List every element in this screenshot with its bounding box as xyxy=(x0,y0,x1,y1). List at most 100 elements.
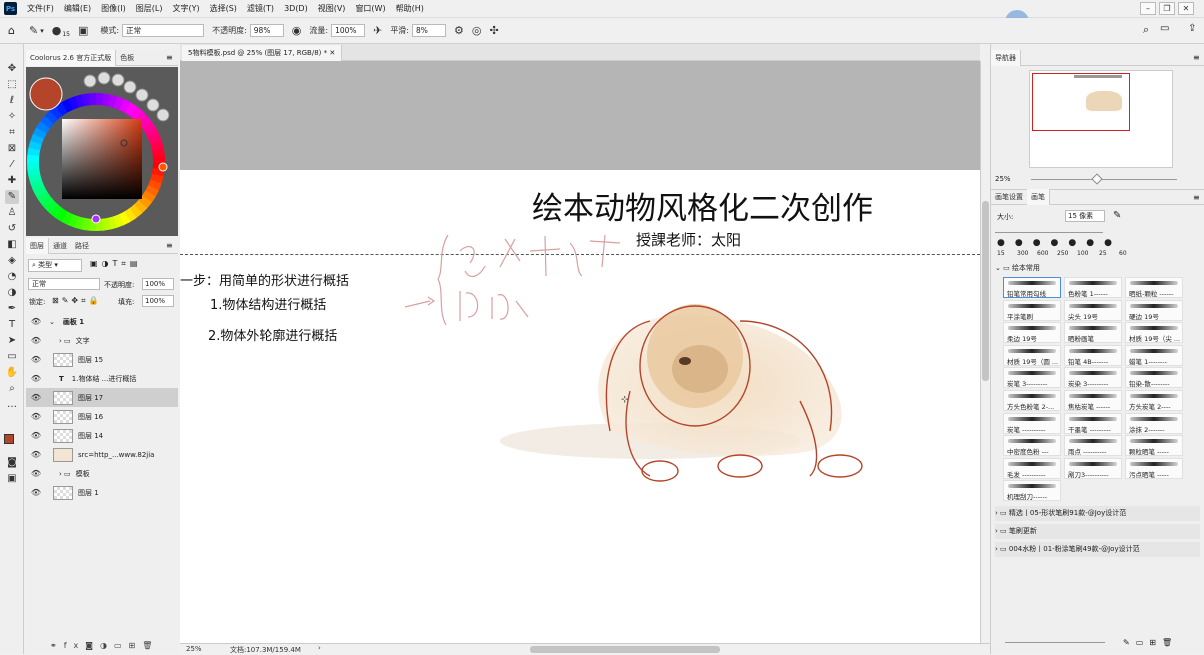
layer-row[interactable]: 👁 图层 14 xyxy=(26,426,178,445)
document-tab[interactable]: 5物料模板.psd @ 25% (图层 17, RGB/8) * ✕ xyxy=(182,45,343,61)
marquee-tool-icon[interactable]: ⬚ xyxy=(5,78,19,92)
brush-preset[interactable]: 涂抹 2------- xyxy=(1125,412,1183,434)
zoom-slider-thumb[interactable] xyxy=(1091,173,1103,185)
navigator-preview[interactable] xyxy=(1029,70,1173,168)
brush-preset[interactable]: 硬边 19号 xyxy=(1125,299,1183,321)
menu-filter[interactable]: 滤镜(T) xyxy=(247,3,274,14)
brush-preset[interactable]: 晒粉画笔 xyxy=(1064,322,1122,344)
layer-row[interactable]: 👁 图层 1 xyxy=(26,483,178,502)
hand-tool-icon[interactable]: ✋ xyxy=(5,366,19,380)
eraser-tool-icon[interactable]: ◧ xyxy=(5,238,19,252)
layer-row[interactable]: 👁 图层 16 xyxy=(26,407,178,426)
color-wheel[interactable] xyxy=(26,67,178,236)
panel-menu-icon[interactable]: ≡ xyxy=(166,53,173,62)
zoom-tool-icon[interactable]: ⌕ xyxy=(5,382,19,396)
eye-icon[interactable]: 👁 xyxy=(29,355,43,364)
brush-preset[interactable]: 焦枯炭笔 ------ xyxy=(1064,390,1122,411)
eyedropper-icon[interactable]: ⁄ xyxy=(5,158,19,172)
brush-actions-bar[interactable]: ✎▭⊞🗑 xyxy=(1123,638,1178,647)
move-tool-icon[interactable]: ✥ xyxy=(5,62,19,76)
brush-preset[interactable]: 炭染 3--------- xyxy=(1064,367,1122,389)
lock-icons[interactable]: ⊠✎✥⌗🔒 xyxy=(52,296,102,306)
color-wheel-area[interactable] xyxy=(26,67,178,236)
blur-tool-icon[interactable]: ◔ xyxy=(5,270,19,284)
close-window-button[interactable]: ✕ xyxy=(1178,2,1194,15)
menu-type[interactable]: 文字(Y) xyxy=(172,3,199,14)
more-tools-icon[interactable]: … xyxy=(5,398,19,412)
brush-preset[interactable]: 晒纸-颗粒 ------ xyxy=(1125,277,1183,298)
tab-navigator[interactable]: 导航器 xyxy=(991,49,1021,66)
layer-row-group[interactable]: 👁 › ▭ 文字 xyxy=(26,331,178,350)
brush-preset[interactable]: 雨点 ---------- xyxy=(1064,435,1122,457)
airbrush-icon[interactable]: ✈ xyxy=(373,24,382,37)
menu-edit[interactable]: 编辑(E) xyxy=(64,3,91,14)
eye-icon[interactable]: 👁 xyxy=(29,336,43,345)
minimize-button[interactable]: – xyxy=(1140,2,1156,15)
brush-preset[interactable]: 柔边 19号 xyxy=(1003,322,1061,344)
dodge-tool-icon[interactable]: ◑ xyxy=(5,286,19,300)
brush-preset[interactable]: 中密度色粉 --- xyxy=(1003,435,1061,457)
pressure-size-icon[interactable]: ◎ xyxy=(472,24,482,37)
screen-mode-icon[interactable]: ▣ xyxy=(5,472,19,486)
eye-icon[interactable]: 👁 xyxy=(29,393,43,402)
brush-preset[interactable]: 污点晒笔 ----- xyxy=(1125,457,1183,479)
layer-row-text[interactable]: 👁 T 1.物体结 ...进行概括 xyxy=(26,369,178,388)
eye-icon[interactable]: 👁 xyxy=(29,469,43,478)
brush-preset[interactable]: 材质 19号（圆 ... xyxy=(1003,344,1061,366)
brush-tool-icon[interactable]: ✎ xyxy=(29,24,38,37)
search-icon[interactable]: ⌕ xyxy=(1143,23,1149,37)
tab-coolorus[interactable]: Coolorus 2.6 官方正式版 xyxy=(26,49,117,66)
eye-icon[interactable]: 👁 xyxy=(29,450,43,459)
brush-preset[interactable]: 方头炭笔 2---- xyxy=(1125,390,1183,411)
brush-preset[interactable]: 方头色粉笔 2-... xyxy=(1003,390,1061,411)
opacity-field[interactable]: 98% xyxy=(249,24,284,37)
path-select-icon[interactable]: ➤ xyxy=(5,334,19,348)
quick-mask-icon[interactable]: ◙ xyxy=(5,456,19,470)
pressure-opacity-icon[interactable]: ◉ xyxy=(292,24,302,37)
menu-window[interactable]: 窗口(W) xyxy=(355,3,385,14)
brush-preset-icon[interactable]: ● xyxy=(52,24,62,37)
brush-preset[interactable]: 剐刀3---------- xyxy=(1064,457,1122,479)
brush-group-header[interactable]: ⌄ ▭ 绘本常用 xyxy=(995,263,1040,273)
restore-button[interactable]: ❐ xyxy=(1159,2,1175,15)
mode-select[interactable]: 正常 xyxy=(122,24,205,37)
pen-tool-icon[interactable]: ✒ xyxy=(5,302,19,316)
eye-icon[interactable]: 👁 xyxy=(29,431,43,440)
rectangle-tool-icon[interactable]: ▭ xyxy=(5,350,19,364)
navigator-zoom-slider[interactable] xyxy=(1031,179,1177,180)
history-brush-icon[interactable]: ↺ xyxy=(5,222,19,236)
stamp-tool-icon[interactable]: ♙ xyxy=(5,206,19,220)
brush-preview-slider[interactable] xyxy=(1005,642,1105,643)
tab-swatches[interactable]: 色板 xyxy=(116,50,138,66)
brush-settings-icon[interactable]: ▣ xyxy=(78,24,88,37)
frame-tool-icon[interactable]: ⊠ xyxy=(5,142,19,156)
gear-icon[interactable]: ⚙ xyxy=(454,24,464,37)
panel-menu-icon[interactable]: ≡ xyxy=(1193,193,1200,202)
brush-preset[interactable]: 颗粒晒笔 ----- xyxy=(1125,435,1183,457)
type-tool-icon[interactable]: T xyxy=(5,318,19,332)
menu-help[interactable]: 帮助(H) xyxy=(396,3,424,14)
brush-folder[interactable]: › ▭ 精选丨05-形状笔刷91款-@Joy设计范 xyxy=(995,506,1200,521)
status-arrow-icon[interactable]: › xyxy=(318,644,321,652)
brush-preset[interactable]: 炭笔 ---------- xyxy=(1003,412,1061,434)
lasso-tool-icon[interactable]: ℓ xyxy=(5,94,19,108)
horizontal-scroll-thumb[interactable] xyxy=(530,646,720,653)
smoothing-field[interactable]: 8% xyxy=(412,24,447,37)
eye-icon[interactable]: 👁 xyxy=(29,488,43,497)
symmetry-icon[interactable]: ✣ xyxy=(490,24,499,37)
brush-preset[interactable]: 铅笔常用勾线 xyxy=(1003,277,1061,298)
expand-icon[interactable]: ⌄ xyxy=(49,318,55,326)
brush-preset[interactable]: 材质 19号（尖 ... xyxy=(1125,322,1183,344)
share-icon[interactable]: ⇪ xyxy=(1188,23,1196,34)
menu-file[interactable]: 文件(F) xyxy=(27,3,54,14)
tab-brush-settings[interactable]: 画笔设置 xyxy=(991,189,1027,205)
layer-opacity-field[interactable]: 100% xyxy=(142,278,174,290)
menu-select[interactable]: 选择(S) xyxy=(210,3,237,14)
brush-preset[interactable]: 干墨笔 --------- xyxy=(1064,412,1122,434)
menu-3d[interactable]: 3D(D) xyxy=(284,4,308,13)
eye-icon[interactable]: 👁 xyxy=(29,412,43,421)
layer-filter-select[interactable]: ⌕ 类型 ▾ xyxy=(28,259,82,272)
magic-wand-icon[interactable]: ✧ xyxy=(5,110,19,124)
layer-row-artboard[interactable]: 👁 ⌄ 画板 1 xyxy=(26,312,178,331)
navigator-zoom[interactable]: 25% xyxy=(995,175,1011,183)
